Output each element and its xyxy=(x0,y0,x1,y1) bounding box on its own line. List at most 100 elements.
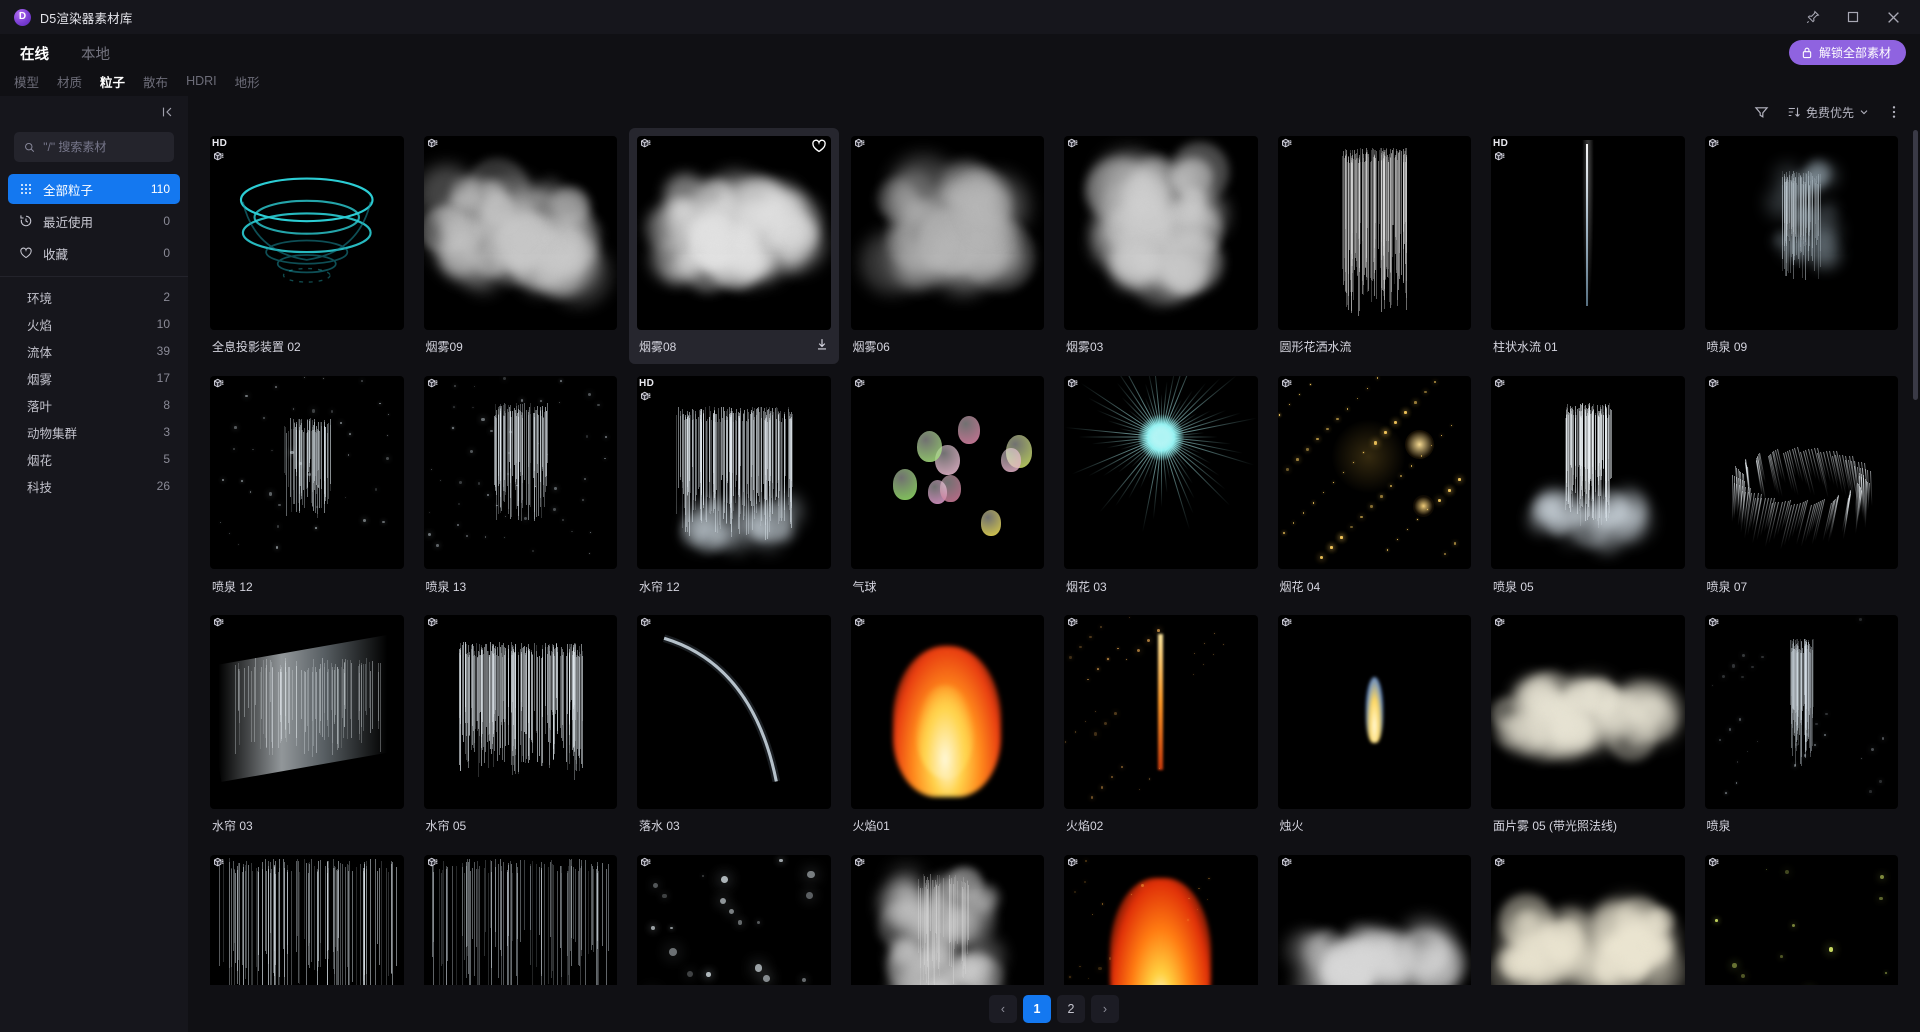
subtab-material[interactable]: 材质 xyxy=(57,72,82,91)
asset-card[interactable]: 水帘 03 xyxy=(202,607,412,843)
asset-card[interactable]: 喷泉 12 xyxy=(202,368,412,604)
asset-card[interactable]: 水帘02 xyxy=(416,847,626,985)
asset-thumbnail[interactable] xyxy=(850,136,1044,330)
asset-card[interactable]: 烟雾06 xyxy=(843,128,1053,364)
search-input[interactable] xyxy=(43,140,164,154)
more-options-button[interactable] xyxy=(1880,99,1908,125)
asset-thumbnail[interactable] xyxy=(423,136,617,330)
asset-card[interactable]: 火焰05 xyxy=(1056,847,1266,985)
subtab-particle[interactable]: 粒子 xyxy=(100,72,125,91)
asset-thumbnail[interactable] xyxy=(637,854,831,985)
asset-card[interactable]: 喷泉 09 xyxy=(1697,128,1907,364)
download-button[interactable] xyxy=(815,337,829,356)
asset-card[interactable]: 喷泉 05 xyxy=(1483,368,1693,604)
asset-card[interactable]: 水帘01 xyxy=(202,847,412,985)
asset-thumbnail[interactable] xyxy=(210,375,404,569)
vertical-scrollbar[interactable] xyxy=(1913,130,1918,400)
sort-button[interactable]: 免费优先 xyxy=(1780,99,1876,125)
asset-thumbnail[interactable] xyxy=(1704,615,1898,809)
asset-card[interactable]: 气球 xyxy=(843,368,1053,604)
tab-online[interactable]: 在线 xyxy=(14,43,55,66)
unlock-all-assets-button[interactable]: 解锁全部素材 xyxy=(1788,40,1906,65)
asset-thumbnail[interactable] xyxy=(637,615,831,809)
asset-thumbnail[interactable] xyxy=(1704,136,1898,330)
collapse-panel-button[interactable] xyxy=(160,105,174,122)
asset-card[interactable]: 烟花 03 xyxy=(1056,368,1266,604)
pagination-page-1[interactable]: 1 xyxy=(1023,994,1051,1023)
asset-thumbnail[interactable] xyxy=(1064,854,1258,985)
asset-thumbnail[interactable] xyxy=(850,854,1044,985)
asset-thumbnail[interactable] xyxy=(423,375,617,569)
asset-thumbnail[interactable] xyxy=(423,615,617,809)
asset-thumbnail[interactable] xyxy=(1277,615,1471,809)
asset-thumbnail[interactable] xyxy=(1064,615,1258,809)
subtab-scatter[interactable]: 散布 xyxy=(143,72,168,91)
asset-thumbnail[interactable] xyxy=(850,615,1044,809)
favorite-heart-button[interactable] xyxy=(811,138,827,159)
asset-card[interactable]: 喷泉 07 xyxy=(1697,368,1907,604)
asset-thumbnail[interactable] xyxy=(1277,136,1471,330)
pagination-page-2[interactable]: 2 xyxy=(1057,994,1085,1023)
sidebar-category-environment[interactable]: 环境 2 xyxy=(8,284,180,310)
sidebar-category-smoke[interactable]: 烟雾 17 xyxy=(8,365,180,391)
asset-thumbnail[interactable]: HD xyxy=(637,375,831,569)
sidebar-item-all-particles[interactable]: 全部粒子 110 xyxy=(8,174,180,204)
sidebar-item-favorites[interactable]: 收藏 0 xyxy=(8,238,180,268)
asset-card[interactable]: 烟花 04 xyxy=(1270,368,1480,604)
asset-card[interactable]: 圆形花洒水流 xyxy=(1270,128,1480,364)
maximize-button[interactable] xyxy=(1834,2,1872,32)
asset-thumbnail[interactable] xyxy=(850,375,1044,569)
asset-card[interactable]: 面片雾 05 (带光照法线) xyxy=(1483,607,1693,843)
asset-card[interactable]: 萤火虫 xyxy=(1697,847,1907,985)
asset-card[interactable]: 烟雾03 xyxy=(1056,128,1266,364)
sidebar-category-fluid[interactable]: 流体 39 xyxy=(8,338,180,364)
asset-card[interactable]: 火焰02 xyxy=(1056,607,1266,843)
asset-card[interactable]: HD 柱状水流 01 xyxy=(1483,128,1693,364)
asset-card[interactable]: 烟雾08 xyxy=(629,128,839,364)
asset-card[interactable]: 落水 03 xyxy=(629,607,839,843)
asset-thumbnail[interactable] xyxy=(1064,375,1258,569)
asset-grid-scroll[interactable]: HD 全息投影装置 02 烟雾09 烟雾08 烟雾06 烟雾03 圆形花洒水流 … xyxy=(188,128,1920,985)
asset-thumbnail[interactable] xyxy=(1491,615,1685,809)
asset-card[interactable]: HD 水帘 12 xyxy=(629,368,839,604)
search-box[interactable] xyxy=(14,132,174,162)
asset-card[interactable]: 烟雾09 xyxy=(416,128,626,364)
asset-card[interactable]: 瀑布 xyxy=(843,847,1053,985)
sidebar-category-leaves[interactable]: 落叶 8 xyxy=(8,392,180,418)
sidebar-category-fire[interactable]: 火焰 10 xyxy=(8,311,180,337)
sidebar-category-fireworks[interactable]: 烟花 5 xyxy=(8,446,180,472)
tab-local[interactable]: 本地 xyxy=(75,43,116,66)
asset-card[interactable]: 面片雾 07 (带光照法线) xyxy=(1483,847,1693,985)
subtab-model[interactable]: 模型 xyxy=(14,72,39,91)
asset-thumbnail[interactable] xyxy=(1491,375,1685,569)
subtab-hdri[interactable]: HDRI xyxy=(186,74,217,88)
asset-thumbnail[interactable] xyxy=(210,615,404,809)
asset-card[interactable]: 喷泉 13 xyxy=(416,368,626,604)
asset-thumbnail[interactable] xyxy=(1277,375,1471,569)
asset-thumbnail[interactable] xyxy=(1064,136,1258,330)
sidebar-category-animal-flock[interactable]: 动物集群 3 xyxy=(8,419,180,445)
pagination-prev[interactable]: ‹ xyxy=(989,994,1017,1023)
sidebar-item-recent[interactable]: 最近使用 0 xyxy=(8,206,180,236)
filter-button[interactable] xyxy=(1747,99,1776,125)
subtab-terrain[interactable]: 地形 xyxy=(235,72,260,91)
asset-card[interactable]: 水帘 05 xyxy=(416,607,626,843)
pin-button[interactable] xyxy=(1794,2,1832,32)
sidebar-category-technology[interactable]: 科技 26 xyxy=(8,473,180,499)
asset-card[interactable]: 喷泉 xyxy=(1697,607,1907,843)
asset-card[interactable]: HD 全息投影装置 02 xyxy=(202,128,412,364)
asset-thumbnail[interactable] xyxy=(1704,854,1898,985)
asset-thumbnail[interactable] xyxy=(210,854,404,985)
asset-thumbnail[interactable] xyxy=(637,136,831,330)
asset-card[interactable]: 面片雾 01 xyxy=(1270,847,1480,985)
asset-card[interactable]: 泡泡03 xyxy=(629,847,839,985)
asset-card[interactable]: 烛火 xyxy=(1270,607,1480,843)
pagination-next[interactable]: › xyxy=(1091,994,1119,1023)
asset-card[interactable]: 火焰01 xyxy=(843,607,1053,843)
asset-thumbnail[interactable] xyxy=(1277,854,1471,985)
asset-thumbnail[interactable]: HD xyxy=(210,136,404,330)
asset-thumbnail[interactable]: HD xyxy=(1491,136,1685,330)
asset-thumbnail[interactable] xyxy=(423,854,617,985)
asset-thumbnail[interactable] xyxy=(1491,854,1685,985)
asset-thumbnail[interactable] xyxy=(1704,375,1898,569)
